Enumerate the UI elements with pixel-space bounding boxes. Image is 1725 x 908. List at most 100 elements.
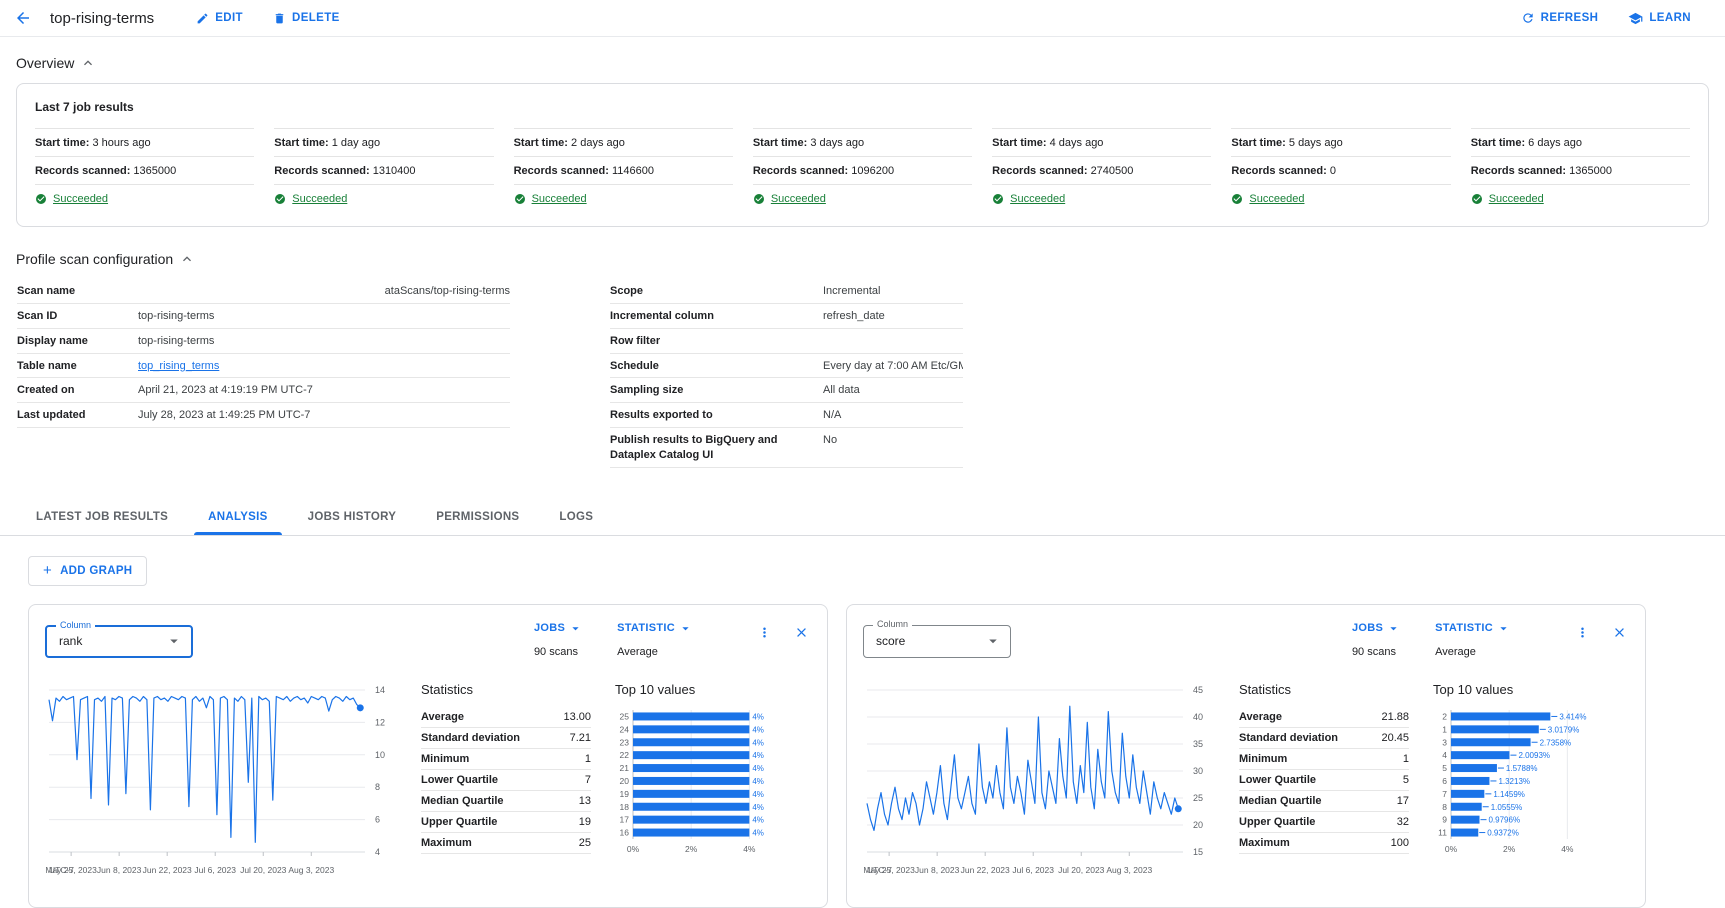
jobs-dropdown[interactable]: JOBS: [1352, 621, 1401, 636]
jobs-dropdown-group: JOBS90 scans: [1352, 621, 1401, 658]
svg-text:Jun 8, 2023: Jun 8, 2023: [97, 865, 142, 875]
config-value: [823, 334, 963, 349]
graph-card-header: Columnscore JOBS90 scans STATISTIC Average: [863, 621, 1629, 658]
svg-text:3.414%: 3.414%: [1559, 712, 1586, 721]
jobs-dropdown[interactable]: JOBS: [534, 621, 583, 636]
top-values-title: Top 10 values: [615, 682, 811, 697]
add-graph-button[interactable]: + ADD GRAPH: [28, 556, 147, 586]
overview-section-header[interactable]: Overview: [0, 37, 112, 81]
check-circle-icon: [1231, 193, 1243, 205]
statistic-dropdown[interactable]: STATISTIC: [617, 621, 693, 636]
overview-section-title: Overview: [16, 55, 74, 71]
svg-text:1.0555%: 1.0555%: [1491, 803, 1523, 812]
statistic-label: Minimum: [1239, 753, 1287, 765]
caret-down-icon: [1386, 621, 1401, 636]
pencil-icon: [196, 12, 209, 25]
job-status: Succeeded: [274, 184, 493, 212]
column-select-label: Column: [873, 619, 912, 629]
job-start-time: Start time: 2 days ago: [514, 128, 733, 156]
statistic-dropdown[interactable]: STATISTIC: [1435, 621, 1511, 636]
svg-text:Jul 20, 2023: Jul 20, 2023: [1058, 865, 1105, 875]
job-status-link[interactable]: Succeeded: [53, 193, 108, 205]
statistic-number: 19: [579, 816, 591, 828]
tab-latest-job-results[interactable]: LATEST JOB RESULTS: [16, 498, 188, 535]
svg-text:35: 35: [1193, 739, 1203, 749]
trash-icon: [273, 12, 286, 25]
job-status-link[interactable]: Succeeded: [532, 193, 587, 205]
statistics-section: StatisticsAverage21.88Standard deviation…: [1239, 680, 1409, 887]
config-value: Incremental: [823, 284, 963, 299]
back-button[interactable]: [14, 9, 32, 27]
svg-text:2%: 2%: [685, 844, 698, 854]
statistic-value: Average: [1435, 646, 1511, 658]
svg-text:25: 25: [1193, 793, 1203, 803]
job-status-link[interactable]: Succeeded: [292, 193, 347, 205]
svg-text:Jun 22, 2023: Jun 22, 2023: [143, 865, 192, 875]
statistics-section: StatisticsAverage13.00Standard deviation…: [421, 680, 591, 887]
column-select-label: Column: [56, 620, 95, 630]
job-status-link[interactable]: Succeeded: [1010, 193, 1065, 205]
column-select[interactable]: Columnscore: [863, 625, 1011, 658]
graph-card-body: 45403530252015UTC-7May 25, 2023Jun 8, 20…: [863, 680, 1629, 887]
job-status-link[interactable]: Succeeded: [1489, 193, 1544, 205]
refresh-button[interactable]: REFRESH: [1511, 5, 1609, 31]
card-header-controls: JOBS90 scans STATISTIC Average: [1352, 621, 1629, 658]
svg-text:6: 6: [1442, 776, 1447, 786]
svg-text:Jun 8, 2023: Jun 8, 2023: [915, 865, 960, 875]
svg-text:3.0179%: 3.0179%: [1548, 725, 1580, 734]
svg-text:4: 4: [1442, 750, 1447, 760]
tab-analysis[interactable]: ANALYSIS: [188, 498, 288, 535]
config-section-header[interactable]: Profile scan configuration: [0, 233, 211, 277]
table-name-link[interactable]: top_rising_terms: [138, 360, 219, 372]
job-status-link[interactable]: Succeeded: [1249, 193, 1304, 205]
config-label: Scope: [610, 284, 823, 299]
job-records-scanned: Records scanned: 1310400: [274, 156, 493, 184]
records-scanned-value: 1146600: [612, 165, 654, 177]
column-select[interactable]: Columnrank: [45, 625, 193, 658]
caret-down-icon: [678, 621, 693, 636]
top-values-bar-chart: 0%2%4%254%244%234%224%214%204%194%184%17…: [615, 707, 811, 857]
svg-text:4%: 4%: [752, 712, 764, 721]
config-value: April 21, 2023 at 4:19:19 PM UTC-7: [138, 383, 510, 398]
config-value: top-rising-terms: [138, 334, 510, 349]
tab-permissions[interactable]: PERMISSIONS: [416, 498, 539, 535]
svg-text:12: 12: [375, 717, 385, 727]
tab-jobs-history[interactable]: JOBS HISTORY: [288, 498, 417, 535]
more-options-button[interactable]: [1573, 623, 1592, 642]
close-card-button[interactable]: [792, 623, 811, 642]
job-result-column: Start time: 2 days agoRecords scanned: 1…: [514, 128, 733, 212]
learn-button[interactable]: LEARN: [1618, 5, 1701, 32]
start-time-label: Start time:: [1471, 137, 1528, 149]
svg-text:8: 8: [1442, 802, 1447, 812]
start-time-value: 1 day ago: [332, 137, 380, 149]
config-table-right: ScopeIncrementalIncremental columnrefres…: [610, 279, 963, 468]
close-card-button[interactable]: [1610, 623, 1629, 642]
config-row: Created onApril 21, 2023 at 4:19:19 PM U…: [17, 378, 510, 403]
tab-logs[interactable]: LOGS: [539, 498, 613, 535]
delete-button[interactable]: DELETE: [263, 6, 350, 31]
config-row: Row filter: [610, 329, 963, 354]
trend-line-chart: 141210864UTC-7May 25, 2023Jun 8, 2023Jun…: [45, 680, 397, 882]
config-label: Created on: [17, 383, 138, 398]
job-status-link[interactable]: Succeeded: [771, 193, 826, 205]
config-label: Scan name: [17, 284, 138, 299]
svg-text:4%: 4%: [752, 803, 764, 812]
jobs-count-value: 90 scans: [534, 646, 583, 658]
config-table-left: Scan nameataScans/top-rising-termsScan I…: [17, 279, 510, 468]
top-values-section: Top 10 values0%2%4%254%244%234%224%214%2…: [615, 680, 811, 887]
config-label: Schedule: [610, 359, 823, 374]
statistic-label: Upper Quartile: [421, 816, 497, 828]
more-options-button[interactable]: [755, 623, 774, 642]
statistic-dropdown-group: STATISTIC Average: [1435, 621, 1511, 658]
edit-button[interactable]: EDIT: [186, 6, 253, 31]
job-result-column: Start time: 5 days agoRecords scanned: 0…: [1231, 128, 1450, 212]
statistic-label: Upper Quartile: [1239, 816, 1315, 828]
config-label: Results exported to: [610, 408, 823, 423]
config-row: Scan nameataScans/top-rising-terms: [17, 279, 510, 304]
records-scanned-label: Records scanned:: [992, 165, 1090, 177]
svg-text:1: 1: [1442, 724, 1447, 734]
config-value: ataScans/top-rising-terms: [138, 284, 510, 299]
start-time-label: Start time:: [753, 137, 810, 149]
graph-card: ColumnrankJOBS90 scansSTATISTICAverage14…: [28, 604, 828, 908]
statistic-label: Maximum: [1239, 837, 1290, 849]
